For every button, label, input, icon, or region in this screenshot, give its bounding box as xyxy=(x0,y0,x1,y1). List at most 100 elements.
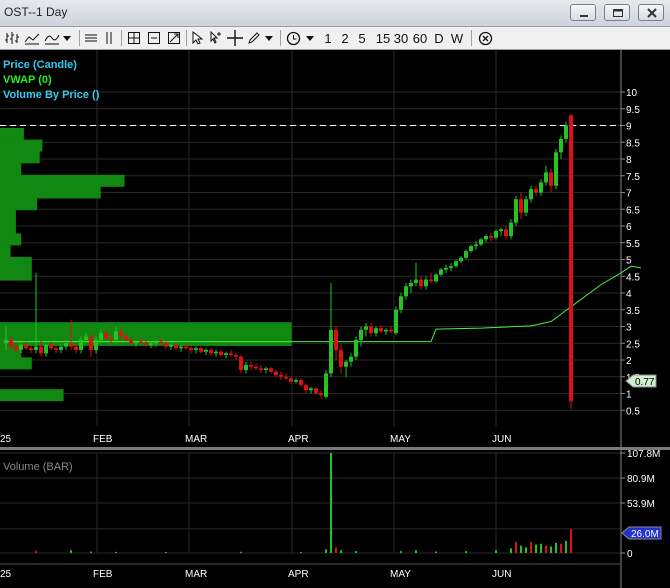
dropdown-arrow-icon xyxy=(306,36,314,41)
line-style-button[interactable] xyxy=(23,29,41,47)
candle-body xyxy=(274,371,278,376)
candle-body xyxy=(159,341,163,344)
draw-style-button[interactable] xyxy=(43,29,61,47)
draw-dropdown-button[interactable] xyxy=(263,29,275,47)
cursor-arrow-icon xyxy=(192,31,204,45)
candle-body xyxy=(344,361,348,367)
candle-style-icon xyxy=(5,32,19,44)
legend-volume: Volume (BAR) xyxy=(3,461,73,473)
crosshair-button[interactable] xyxy=(226,29,244,47)
period-weekly-button[interactable]: W xyxy=(450,29,464,47)
volume-bar xyxy=(400,551,402,553)
period-button[interactable] xyxy=(284,29,302,47)
candle-body xyxy=(124,336,128,340)
volume-by-price-bar xyxy=(0,127,24,140)
candle-body xyxy=(494,231,498,238)
vertical-lines-button[interactable] xyxy=(101,29,117,47)
close-icon xyxy=(647,8,657,18)
candle-body xyxy=(119,331,123,337)
volume-by-price-bar xyxy=(0,233,22,246)
last-price-label: 0.77 xyxy=(625,374,657,388)
candle-body xyxy=(154,341,158,344)
volume-bar xyxy=(545,545,547,553)
volume-tick-label: 0 xyxy=(627,549,633,560)
candle-body xyxy=(544,172,548,183)
period-1-button[interactable]: 1 xyxy=(322,29,334,47)
candle-body xyxy=(434,274,438,282)
volume-bar xyxy=(165,552,167,553)
price-tick-label: 1 xyxy=(626,390,632,401)
candle-body xyxy=(289,378,293,382)
pencil-icon xyxy=(248,32,260,44)
window-titlebar[interactable]: OST--1 Day xyxy=(0,0,670,27)
close-button[interactable] xyxy=(638,4,664,21)
period-60-button[interactable]: 60 xyxy=(412,29,428,47)
volume-tick-label: 53.9M xyxy=(627,499,655,510)
panel-divider[interactable] xyxy=(0,447,670,450)
volume-bar xyxy=(465,551,467,553)
pointer-tool-button[interactable] xyxy=(189,29,205,47)
candle-body xyxy=(314,388,318,394)
candle-body xyxy=(229,353,233,355)
period-dropdown-button[interactable] xyxy=(304,29,316,47)
candle-body xyxy=(474,244,478,247)
chart-area[interactable]: Price (Candle) VWAP (0) Volume By Price … xyxy=(0,50,670,588)
minimize-icon xyxy=(580,15,588,17)
candle-body xyxy=(214,351,218,354)
candle-body xyxy=(54,348,58,350)
zoom-fit-button[interactable] xyxy=(125,29,143,47)
date-axis-top: 25 FEB MAR APR MAY JUN xyxy=(0,434,511,445)
candle-body xyxy=(349,356,353,362)
zoom-out-button[interactable] xyxy=(145,29,163,47)
volume-bar xyxy=(520,545,522,553)
candle-body xyxy=(374,328,378,334)
date-tick-label: FEB xyxy=(93,569,113,580)
maximize-button[interactable] xyxy=(604,4,630,21)
period-15-button[interactable]: 15 xyxy=(375,29,391,47)
candle-body xyxy=(439,269,443,275)
curve-icon xyxy=(44,34,60,45)
candle-body xyxy=(334,329,338,350)
minimize-button[interactable] xyxy=(570,4,596,21)
candle-body xyxy=(369,326,373,334)
candle-body xyxy=(534,189,538,193)
style-dropdown-button[interactable] xyxy=(61,29,73,47)
bar-style-button[interactable] xyxy=(3,29,21,47)
zoom-area-icon xyxy=(168,32,180,44)
period-2-button[interactable]: 2 xyxy=(339,29,351,47)
pan-tool-button[interactable] xyxy=(207,29,223,47)
candle-body xyxy=(414,279,418,283)
date-tick-label: 25 xyxy=(0,569,12,580)
candle-body xyxy=(529,189,533,200)
date-tick-label: 25 xyxy=(0,434,12,445)
period-5-button[interactable]: 5 xyxy=(356,29,368,47)
candle-body xyxy=(144,343,148,345)
candle-body xyxy=(79,339,83,350)
clock-icon xyxy=(286,31,300,45)
volume-by-price-bar xyxy=(0,389,64,402)
volume-by-price-bar xyxy=(0,174,125,187)
candle-body xyxy=(539,182,543,193)
period-daily-button[interactable]: D xyxy=(433,29,445,47)
price-panel-background xyxy=(0,50,621,426)
line-chart-icon xyxy=(24,33,40,45)
cancel-button[interactable] xyxy=(476,29,494,47)
draw-tool-button[interactable] xyxy=(246,29,262,47)
cancel-circle-icon xyxy=(478,31,492,45)
volume-by-price-bar xyxy=(0,186,101,199)
zoom-area-button[interactable] xyxy=(165,29,183,47)
period-30-button[interactable]: 30 xyxy=(393,29,409,47)
candle-body xyxy=(44,344,48,354)
horizontal-lines-button[interactable] xyxy=(83,29,99,47)
volume-bar xyxy=(300,551,302,553)
volume-bar xyxy=(355,551,357,553)
candle-body xyxy=(219,351,223,355)
legend-volume-by-price: Volume By Price () xyxy=(3,89,100,101)
candle-body xyxy=(409,282,413,287)
candle-body xyxy=(84,336,88,340)
volume-bar xyxy=(570,528,572,553)
volume-by-price-bar xyxy=(0,198,38,211)
candle-body xyxy=(194,348,198,350)
candle-body xyxy=(94,339,98,350)
candle-body xyxy=(209,349,213,354)
